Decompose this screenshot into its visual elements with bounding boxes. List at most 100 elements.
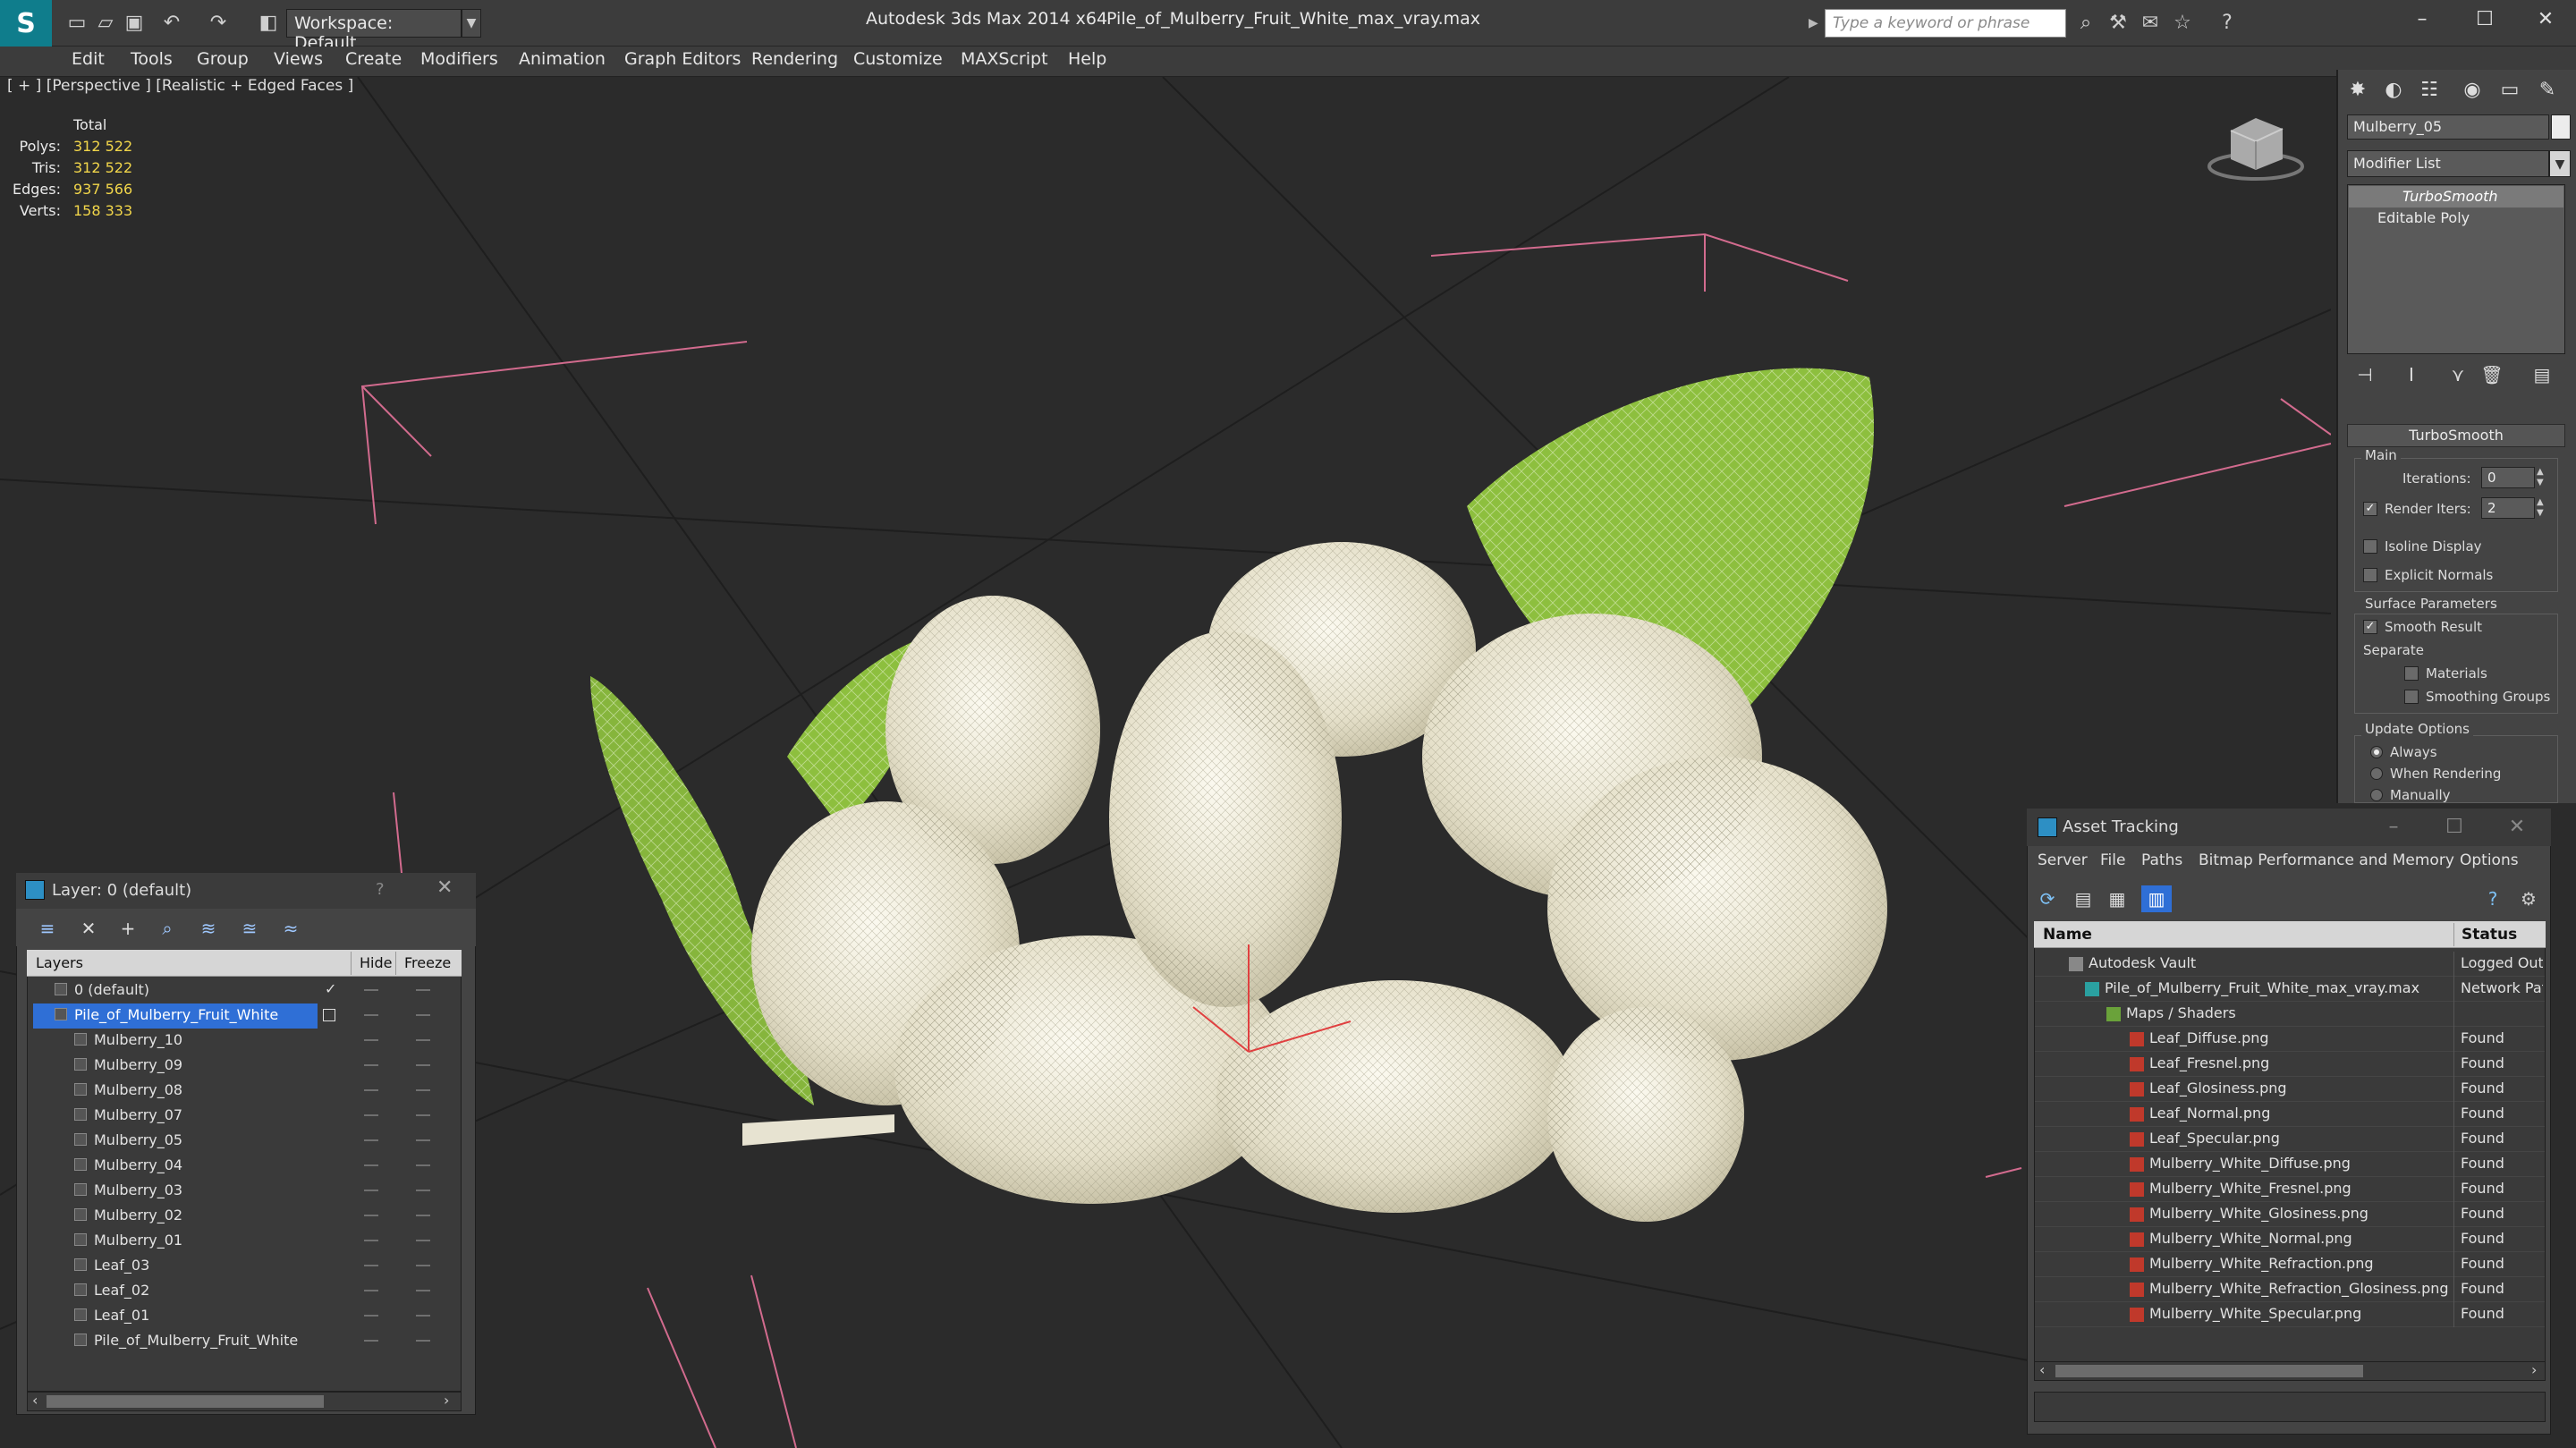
freeze-toggle[interactable]	[416, 1139, 430, 1141]
freeze-toggle[interactable]	[416, 1340, 430, 1342]
freeze-all-layers-icon[interactable]: ≈	[277, 916, 304, 941]
close-icon[interactable]: ✕	[436, 876, 453, 899]
select-objects-icon[interactable]: ⌕	[154, 916, 181, 941]
freeze-toggle[interactable]	[416, 1240, 430, 1241]
object-row[interactable]: Mulberry_10	[28, 1029, 461, 1054]
isoline-display-row[interactable]: Isoline Display	[2363, 538, 2482, 555]
hide-toggle[interactable]	[364, 989, 378, 991]
menu-maxscript[interactable]: MAXScript	[961, 49, 1048, 69]
smoothing-groups-checkbox[interactable]	[2404, 690, 2419, 704]
help-icon[interactable]: ?	[2478, 885, 2508, 912]
asset-menu-options[interactable]: Options	[2460, 851, 2519, 869]
render-iters-checkbox[interactable]: ✓	[2363, 502, 2377, 516]
hide-toggle[interactable]	[364, 1290, 378, 1291]
asset-menu-bitmap-performance[interactable]: Bitmap Performance and Memory	[2199, 851, 2454, 869]
object-row[interactable]: Mulberry_02	[28, 1204, 461, 1229]
new-file-icon[interactable]: ▭	[64, 11, 89, 36]
hide-all-layers-icon[interactable]: ≊	[236, 916, 263, 941]
object-row[interactable]: Leaf_03	[28, 1254, 461, 1279]
object-row[interactable]: Mulberry_05	[28, 1129, 461, 1154]
help-icon[interactable]: ?	[2213, 11, 2241, 36]
modifier-list-dropdown[interactable]: Modifier List	[2347, 150, 2549, 177]
asset-row[interactable]: Leaf_Fresnel.png Found	[2035, 1052, 2545, 1077]
maximize-icon[interactable]: ☐	[2456, 4, 2513, 36]
motion-tab-icon[interactable]: ◉	[2456, 75, 2488, 106]
hide-toggle[interactable]	[364, 1240, 378, 1241]
update-always-radio[interactable]	[2370, 746, 2383, 758]
list-view-icon[interactable]: ▤	[2068, 885, 2098, 912]
object-row[interactable]: Mulberry_04	[28, 1154, 461, 1179]
save-file-icon[interactable]: ▣	[122, 11, 147, 36]
asset-row[interactable]: Autodesk Vault Logged Out	[2035, 952, 2545, 977]
help-icon[interactable]: ?	[376, 880, 385, 899]
update-when-rendering-radio[interactable]	[2370, 767, 2383, 780]
freeze-toggle[interactable]	[416, 1190, 430, 1191]
asset-row[interactable]: Mulberry_White_Normal.png Found	[2035, 1227, 2545, 1252]
hierarchy-tab-icon[interactable]: ☷	[2413, 75, 2445, 106]
table-view-icon[interactable]: ▦	[2102, 885, 2132, 912]
hide-toggle[interactable]	[364, 1340, 378, 1342]
hide-toggle[interactable]	[364, 1114, 378, 1116]
object-row[interactable]: Mulberry_03	[28, 1179, 461, 1204]
close-icon[interactable]: ✕	[2517, 4, 2574, 36]
menu-create[interactable]: Create	[345, 49, 402, 69]
binoculars-icon[interactable]: ⌕	[2072, 11, 2100, 36]
asset-menu-server[interactable]: Server	[2038, 851, 2088, 869]
app-logo-icon[interactable]: S	[0, 0, 52, 47]
asset-row[interactable]: Leaf_Glosiness.png Found	[2035, 1077, 2545, 1102]
scroll-right-icon[interactable]: ›	[2531, 1361, 2537, 1378]
hide-toggle[interactable]	[364, 1315, 378, 1317]
chevron-down-icon[interactable]: ▼	[462, 9, 481, 38]
menu-animation[interactable]: Animation	[519, 49, 606, 69]
make-unique-icon[interactable]: ⋎	[2444, 361, 2472, 388]
asset-row[interactable]: Mulberry_White_Fresnel.png Found	[2035, 1177, 2545, 1202]
search-expand-icon[interactable]: ▶	[1809, 11, 1823, 36]
asset-row[interactable]: Mulberry_White_Refraction_Glosiness.png F…	[2035, 1277, 2545, 1302]
asset-row[interactable]: Mulberry_White_Refraction.png Found	[2035, 1252, 2545, 1277]
turbosmooth-rollout-header[interactable]: TurboSmooth	[2347, 424, 2565, 447]
search-input[interactable]: Type a keyword or phrase	[1825, 9, 2066, 38]
object-color-swatch[interactable]	[2551, 114, 2571, 140]
grid-view-icon[interactable]: ▥	[2141, 885, 2172, 912]
refresh-icon[interactable]: ⟳	[2032, 885, 2063, 912]
freeze-toggle[interactable]	[416, 1089, 430, 1091]
spinner-arrows-icon[interactable]: ▲ ▼	[2537, 497, 2547, 519]
hide-toggle[interactable]	[364, 1064, 378, 1066]
menu-tools[interactable]: Tools	[131, 49, 173, 69]
smooth-result-checkbox[interactable]: ✓	[2363, 620, 2377, 634]
asset-row[interactable]: Mulberry_White_Specular.png Found	[2035, 1302, 2545, 1327]
freeze-toggle[interactable]	[416, 1164, 430, 1166]
freeze-toggle[interactable]	[416, 1064, 430, 1066]
hide-toggle[interactable]	[364, 1164, 378, 1166]
freeze-toggle[interactable]	[416, 989, 430, 991]
communication-icon[interactable]: ✉	[2136, 11, 2165, 36]
hide-toggle[interactable]	[364, 1039, 378, 1041]
stack-item-editable-poly[interactable]: Editable Poly	[2349, 207, 2563, 229]
object-row[interactable]: Leaf_02	[28, 1279, 461, 1304]
asset-path-field[interactable]	[2034, 1392, 2546, 1422]
hide-toggle[interactable]	[364, 1014, 378, 1016]
object-row[interactable]: Mulberry_01	[28, 1229, 461, 1254]
asset-row[interactable]: Leaf_Specular.png Found	[2035, 1127, 2545, 1152]
object-row[interactable]: Mulberry_08	[28, 1079, 461, 1104]
workspace-dropdown[interactable]: Workspace: Default	[286, 9, 462, 53]
configure-modifier-sets-icon[interactable]: ▤	[2528, 361, 2556, 388]
menu-customize[interactable]: Customize	[853, 49, 943, 69]
viewcube-icon[interactable]	[2207, 118, 2304, 181]
scroll-left-icon[interactable]: ‹	[32, 1392, 38, 1409]
hide-toggle[interactable]	[364, 1139, 378, 1141]
iterations-spinner[interactable]: 0	[2481, 467, 2535, 488]
open-file-icon[interactable]: ▱	[93, 11, 118, 36]
pin-stack-icon[interactable]: ⊣	[2351, 361, 2379, 388]
subscription-icon[interactable]: ⚒	[2104, 11, 2132, 36]
object-name-field[interactable]: Mulberry_05	[2347, 114, 2549, 140]
object-row[interactable]: Pile_of_Mulberry_Fruit_White	[28, 1329, 461, 1354]
menu-rendering[interactable]: Rendering	[751, 49, 838, 69]
freeze-toggle[interactable]	[416, 1014, 430, 1016]
col-status[interactable]: Status	[2462, 926, 2517, 944]
menu-edit[interactable]: Edit	[72, 49, 105, 69]
freeze-toggle[interactable]	[416, 1114, 430, 1116]
freeze-toggle[interactable]	[416, 1290, 430, 1291]
highlight-layer-icon[interactable]: ≋	[195, 916, 222, 941]
viewport-label[interactable]: [ + ] [Perspective ] [Realistic + Edged …	[7, 77, 353, 95]
